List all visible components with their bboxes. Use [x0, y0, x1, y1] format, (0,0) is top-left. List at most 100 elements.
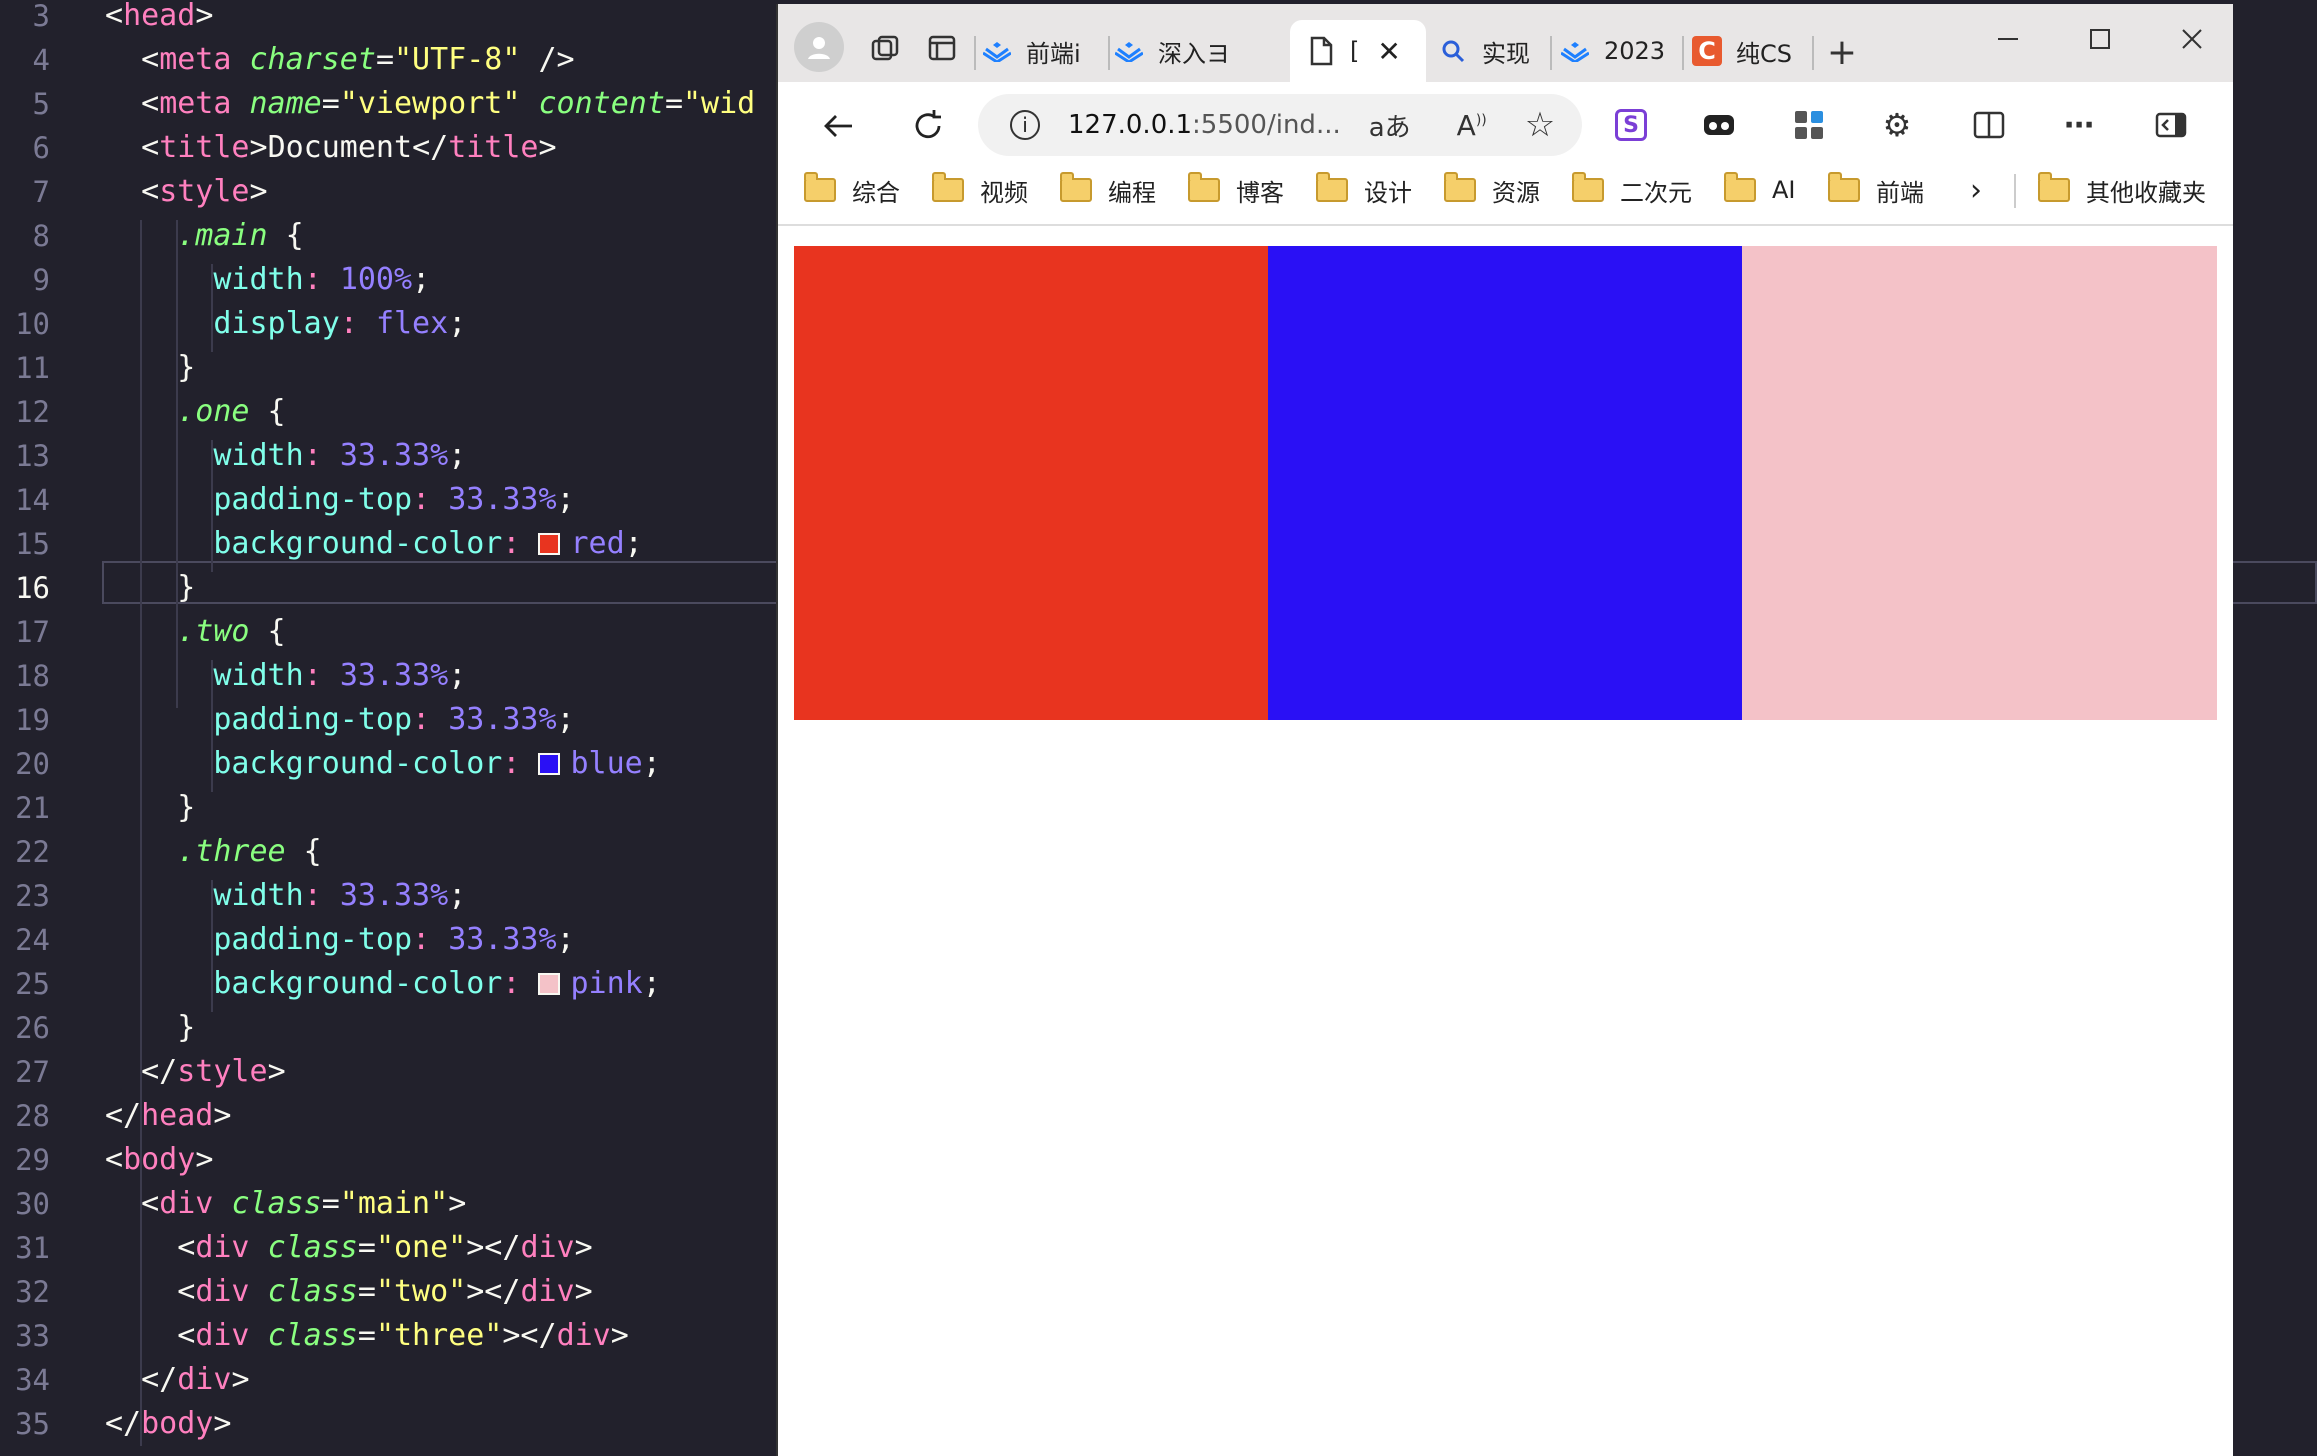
profile-avatar-icon[interactable]	[794, 22, 844, 72]
line-number: 9	[32, 263, 50, 297]
url-host: 127.0.0.1	[1068, 110, 1193, 140]
code-line[interactable]: .two {	[105, 610, 285, 654]
line-number: 20	[15, 747, 50, 781]
bookmark-label: 综合	[852, 178, 900, 207]
tab-label: 纯CS	[1736, 39, 1792, 68]
refresh-icon[interactable]	[902, 100, 954, 152]
code-line[interactable]: padding-top: 33.33%;	[105, 478, 574, 522]
code-line[interactable]: width: 33.33%;	[105, 654, 466, 698]
minimize-icon[interactable]	[1978, 14, 2038, 64]
tab-bar: 前端i 深入ヨ [ ✕ 实现 2023 C 纯CS +	[778, 4, 2233, 82]
line-number: 13	[15, 439, 50, 473]
bookmark-folder-other[interactable]: 其他收藏夹	[2038, 156, 2206, 224]
site-info-icon[interactable]: i	[1010, 110, 1040, 140]
code-line[interactable]: }	[105, 566, 195, 610]
code-line[interactable]: <style>	[105, 170, 267, 214]
code-line[interactable]: <head>	[105, 0, 213, 38]
code-line[interactable]: width: 33.33%;	[105, 434, 466, 478]
tab-4[interactable]: 2023	[1560, 20, 1680, 82]
bookmark-folder[interactable]: 博客	[1188, 156, 1284, 224]
tab-1[interactable]: 深入ヨ	[1114, 20, 1234, 82]
code-line[interactable]: </div>	[105, 1358, 249, 1402]
code-line[interactable]: .one {	[105, 390, 285, 434]
tab-label: [	[1350, 37, 1360, 65]
code-line[interactable]: padding-top: 33.33%;	[105, 698, 574, 742]
tab-0[interactable]: 前端i	[982, 20, 1102, 82]
code-line[interactable]: }	[105, 1006, 195, 1050]
extensions-puzzle-icon[interactable]: ⚙	[1874, 102, 1920, 148]
extension-apps-icon[interactable]	[1786, 102, 1832, 148]
folder-icon	[1188, 172, 1220, 202]
translate-icon[interactable]: aあ	[1369, 107, 1411, 144]
close-window-icon[interactable]	[2162, 14, 2222, 64]
bookmarks-overflow-chevron-icon[interactable]: ›	[1970, 156, 1982, 224]
code-line[interactable]: <div class="three"></div>	[105, 1314, 629, 1358]
workspaces-icon[interactable]	[864, 26, 908, 70]
line-number: 33	[15, 1319, 50, 1353]
line-number: 4	[32, 43, 50, 77]
code-line[interactable]: .main {	[105, 214, 303, 258]
code-line[interactable]: display: flex;	[105, 302, 466, 346]
address-bar[interactable]: i 127.0.0.1:5500/ind... aあ A)) ☆	[978, 94, 1582, 156]
sidebar-toggle-icon[interactable]	[2148, 102, 2194, 148]
tab-separator	[1812, 36, 1814, 70]
line-number: 30	[15, 1187, 50, 1221]
extension-s-icon[interactable]: S	[1608, 102, 1654, 148]
line-number: 22	[15, 835, 50, 869]
line-number: 15	[15, 527, 50, 561]
bookmark-folder[interactable]: 编程	[1060, 156, 1156, 224]
back-arrow-icon[interactable]	[812, 100, 864, 152]
code-line[interactable]: }	[105, 786, 195, 830]
bookmark-folder[interactable]: 二次元	[1572, 156, 1692, 224]
line-number: 31	[15, 1231, 50, 1265]
maximize-icon[interactable]	[2070, 14, 2130, 64]
read-aloud-icon[interactable]: A))	[1457, 109, 1487, 142]
bookmark-label: 视频	[980, 178, 1028, 207]
code-line[interactable]: width: 100%;	[105, 258, 430, 302]
line-number: 29	[15, 1143, 50, 1177]
bookmark-folder[interactable]: 设计	[1316, 156, 1412, 224]
code-line[interactable]: <div class="main">	[105, 1182, 466, 1226]
bookmark-folder[interactable]: 综合	[804, 156, 900, 224]
more-menu-icon[interactable]: ⋯	[2056, 102, 2102, 148]
bookmark-folder[interactable]: 资源	[1444, 156, 1540, 224]
tab-3[interactable]: 实现	[1438, 20, 1558, 82]
code-line[interactable]: width: 33.33%;	[105, 874, 466, 918]
code-line[interactable]: </style>	[105, 1050, 286, 1094]
code-line[interactable]: padding-top: 33.33%;	[105, 918, 574, 962]
code-line[interactable]: <body>	[105, 1138, 213, 1182]
split-screen-icon[interactable]	[1966, 102, 2012, 148]
tab-active[interactable]: [ ✕	[1290, 20, 1426, 82]
code-line[interactable]: <div class="one"></div>	[105, 1226, 592, 1270]
folder-icon	[1444, 172, 1476, 202]
code-line[interactable]: <meta name="viewport" content="wid	[105, 82, 755, 126]
line-number: 7	[32, 175, 50, 209]
tab-actions-icon[interactable]	[920, 26, 964, 70]
extension-mask-icon[interactable]	[1696, 102, 1742, 148]
code-line[interactable]: </body>	[105, 1402, 231, 1446]
bookmark-folder[interactable]: 视频	[932, 156, 1028, 224]
code-line[interactable]: .three {	[105, 830, 322, 874]
page-viewport[interactable]	[778, 226, 2233, 1456]
folder-icon	[1060, 172, 1092, 202]
div-two	[1268, 246, 1742, 720]
line-number: 35	[15, 1407, 50, 1441]
bookmark-label: 二次元	[1620, 178, 1692, 207]
folder-icon	[2038, 172, 2070, 202]
code-line[interactable]: <title>Document</title>	[105, 126, 556, 170]
code-line[interactable]: <div class="two"></div>	[105, 1270, 592, 1314]
close-tab-icon[interactable]: ✕	[1377, 35, 1400, 68]
code-line[interactable]: background-color: blue;	[105, 742, 660, 786]
code-line[interactable]: <meta charset="UTF-8" />	[105, 38, 575, 82]
code-line[interactable]: background-color: red;	[105, 522, 642, 566]
favorite-star-icon[interactable]: ☆	[1525, 105, 1555, 145]
bookmark-folder[interactable]: AI	[1724, 156, 1796, 224]
bookmark-folder[interactable]: 前端	[1828, 156, 1924, 224]
new-tab-plus-icon[interactable]: +	[1820, 30, 1864, 74]
code-line[interactable]: }	[105, 346, 195, 390]
code-line[interactable]: </head>	[105, 1094, 231, 1138]
tab-5[interactable]: C 纯CS	[1692, 20, 1808, 82]
code-line[interactable]: background-color: pink;	[105, 962, 660, 1006]
line-number: 26	[15, 1011, 50, 1045]
browser-window[interactable]: 前端i 深入ヨ [ ✕ 实现 2023 C 纯CS + i 127.0.0.1 …	[776, 4, 2233, 1456]
